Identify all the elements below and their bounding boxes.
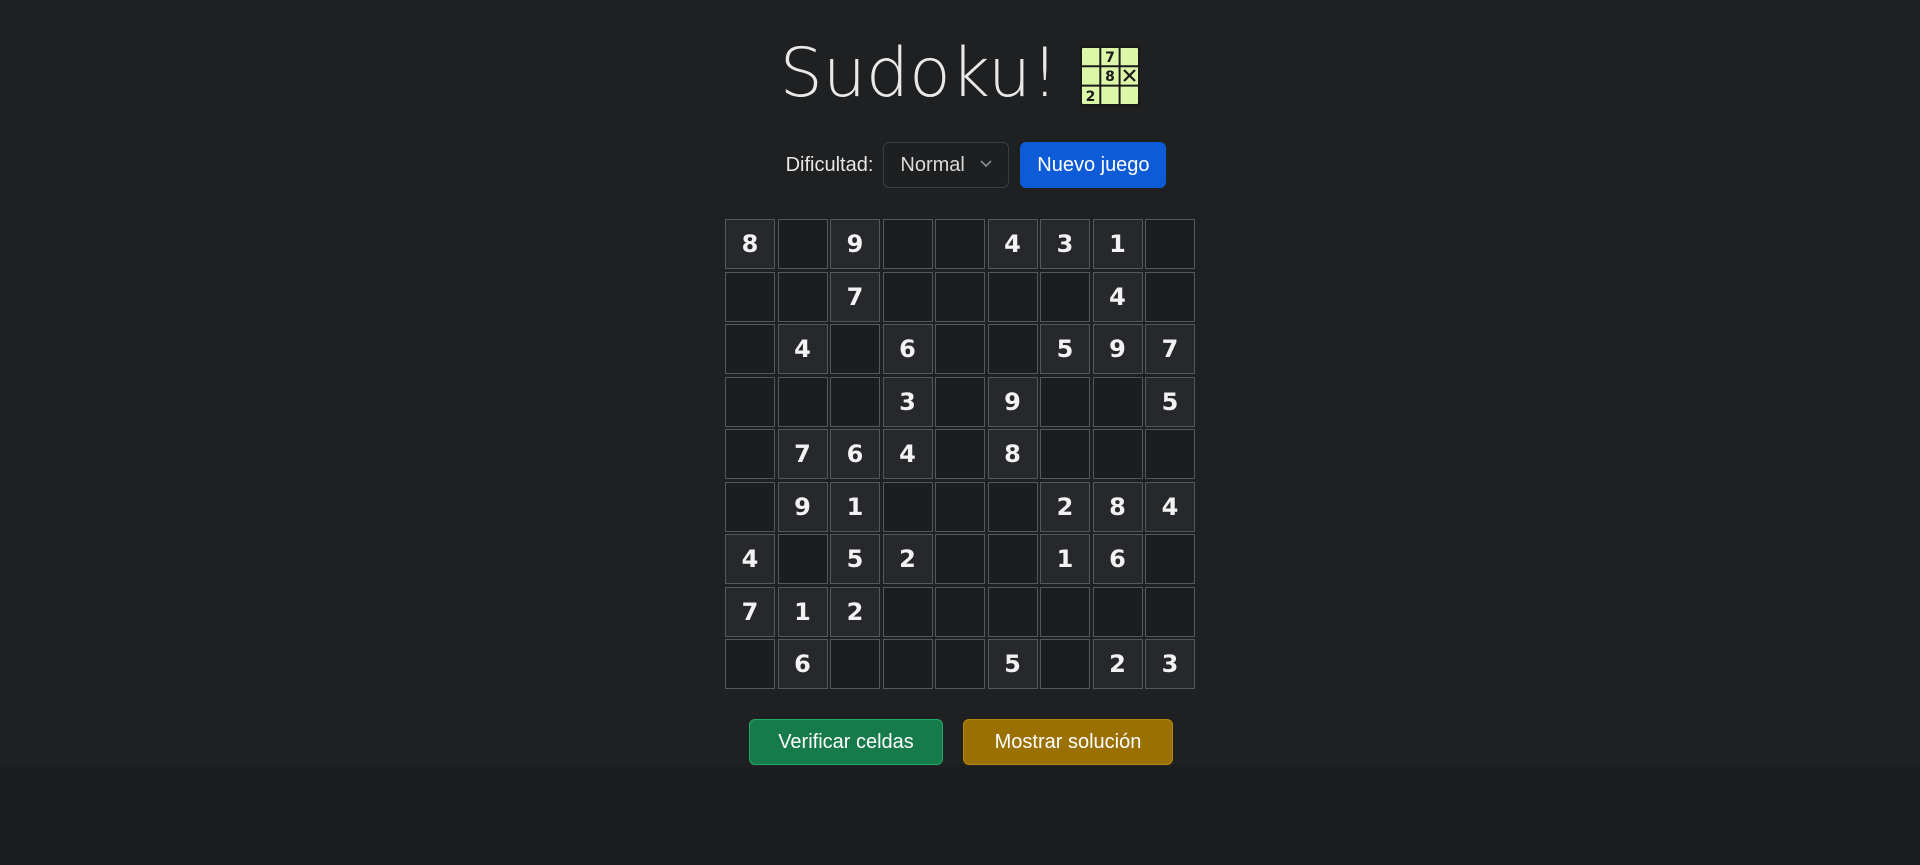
sudoku-cell[interactable] <box>1092 429 1143 479</box>
sudoku-cell[interactable] <box>882 271 933 322</box>
sudoku-cell: 3 <box>882 376 933 427</box>
page-title: Sudoku! <box>779 34 1059 113</box>
sudoku-cell[interactable] <box>935 639 985 689</box>
sudoku-cell: 4 <box>1092 271 1143 322</box>
sudoku-cell: 8 <box>725 219 775 269</box>
logo-digit-8: 8 <box>1105 69 1115 85</box>
sudoku-cell: 4 <box>777 324 828 374</box>
sudoku-cell: 8 <box>1092 481 1143 532</box>
sudoku-cell: 4 <box>987 219 1038 269</box>
sudoku-cell[interactable] <box>777 534 828 584</box>
sudoku-cell[interactable] <box>935 376 985 427</box>
logo-digit-2: 2 <box>1086 89 1096 105</box>
new-game-button[interactable]: Nuevo juego <box>1020 142 1167 188</box>
sudoku-cell[interactable] <box>1145 219 1195 269</box>
sudoku-cell[interactable] <box>725 271 775 322</box>
sudoku-cell: 4 <box>725 534 775 584</box>
sudoku-cell[interactable] <box>1145 586 1195 637</box>
sudoku-cell: 1 <box>777 586 828 637</box>
sudoku-cell: 6 <box>882 324 933 374</box>
sudoku-cell[interactable] <box>935 481 985 532</box>
show-solution-button[interactable]: Mostrar solución <box>963 719 1173 765</box>
sudoku-cell: 1 <box>1092 219 1143 269</box>
sudoku-cell[interactable] <box>1145 534 1195 584</box>
controls-bar: Dificultad: Normal Nuevo juego <box>0 142 1920 188</box>
verify-cells-button[interactable]: Verificar celdas <box>749 719 943 765</box>
sudoku-cell: 3 <box>1145 639 1195 689</box>
sudoku-cell[interactable] <box>1145 429 1195 479</box>
sudoku-cell[interactable] <box>935 219 985 269</box>
difficulty-select[interactable]: Normal <box>883 142 1010 188</box>
sudoku-cell[interactable] <box>882 481 933 532</box>
sudoku-cell[interactable] <box>882 586 933 637</box>
sudoku-cell: 1 <box>830 481 880 532</box>
sudoku-cell[interactable] <box>935 324 985 374</box>
sudoku-cell[interactable] <box>1040 586 1090 637</box>
sudoku-cell[interactable] <box>1040 376 1090 427</box>
sudoku-cell[interactable] <box>830 324 880 374</box>
sudoku-cell[interactable] <box>987 271 1038 322</box>
sudoku-cell[interactable] <box>935 271 985 322</box>
sudoku-cell[interactable] <box>777 376 828 427</box>
sudoku-cell: 2 <box>830 586 880 637</box>
sudoku-cell[interactable] <box>1040 271 1090 322</box>
sudoku-cell[interactable] <box>987 586 1038 637</box>
sudoku-cell: 3 <box>1040 219 1090 269</box>
sudoku-grid-icon: 7 8 2 <box>1080 46 1141 106</box>
actions-bar: Verificar celdas Mostrar solución <box>0 719 1920 765</box>
sudoku-cell: 7 <box>830 271 880 322</box>
logo-digit-7: 7 <box>1105 50 1115 66</box>
sudoku-cell: 9 <box>777 481 828 532</box>
sudoku-cell[interactable] <box>987 534 1038 584</box>
sudoku-cell[interactable] <box>1040 429 1090 479</box>
sudoku-board: 894317446597395764891284452167126523 <box>725 219 1195 689</box>
sudoku-cell[interactable] <box>987 324 1038 374</box>
sudoku-cell: 1 <box>1040 534 1090 584</box>
sudoku-cell: 2 <box>1092 639 1143 689</box>
sudoku-cell: 7 <box>777 429 828 479</box>
sudoku-cell[interactable] <box>987 481 1038 532</box>
sudoku-cell: 5 <box>1145 376 1195 427</box>
sudoku-cell: 8 <box>987 429 1038 479</box>
sudoku-cell[interactable] <box>725 481 775 532</box>
sudoku-cell: 2 <box>1040 481 1090 532</box>
sudoku-cell[interactable] <box>1145 271 1195 322</box>
sudoku-cell[interactable] <box>935 586 985 637</box>
sudoku-cell: 6 <box>830 429 880 479</box>
sudoku-cell: 7 <box>725 586 775 637</box>
sudoku-cell[interactable] <box>725 324 775 374</box>
sudoku-cell: 4 <box>1145 481 1195 532</box>
sudoku-cell[interactable] <box>882 639 933 689</box>
sudoku-cell[interactable] <box>1092 376 1143 427</box>
difficulty-label: Dificultad: <box>785 153 874 176</box>
page: Sudoku! 7 8 2 Dificultad: Normal Nuevo j… <box>0 0 1920 767</box>
sudoku-cell: 9 <box>987 376 1038 427</box>
sudoku-cell: 6 <box>1092 534 1143 584</box>
sudoku-cell[interactable] <box>725 429 775 479</box>
sudoku-cell: 5 <box>987 639 1038 689</box>
sudoku-cell: 7 <box>1145 324 1195 374</box>
sudoku-cell: 6 <box>777 639 828 689</box>
sudoku-cell: 2 <box>882 534 933 584</box>
sudoku-cell: 9 <box>830 219 880 269</box>
sudoku-cell: 5 <box>1040 324 1090 374</box>
sudoku-cell[interactable] <box>1092 586 1143 637</box>
sudoku-cell[interactable] <box>725 639 775 689</box>
sudoku-cell[interactable] <box>830 376 880 427</box>
sudoku-cell[interactable] <box>935 429 985 479</box>
sudoku-cell[interactable] <box>777 219 828 269</box>
sudoku-cell[interactable] <box>882 219 933 269</box>
sudoku-cell[interactable] <box>777 271 828 322</box>
sudoku-cell: 4 <box>882 429 933 479</box>
chevron-down-icon <box>980 160 992 168</box>
sudoku-cell: 9 <box>1092 324 1143 374</box>
sudoku-cell[interactable] <box>935 534 985 584</box>
difficulty-select-value: Normal <box>900 153 965 176</box>
sudoku-cell[interactable] <box>725 376 775 427</box>
sudoku-cell: 5 <box>830 534 880 584</box>
header: Sudoku! 7 8 2 <box>0 38 1920 110</box>
sudoku-cell[interactable] <box>1040 639 1090 689</box>
sudoku-cell[interactable] <box>830 639 880 689</box>
